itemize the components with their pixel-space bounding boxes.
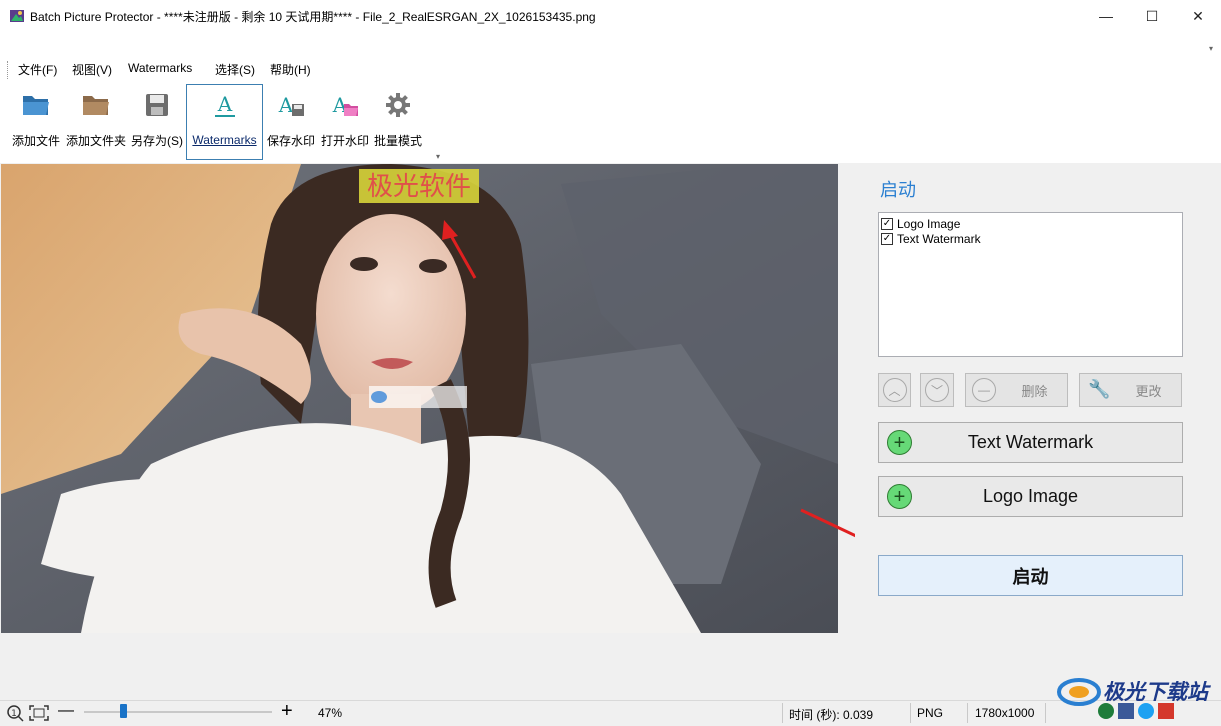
chevron-up-icon: ︿ bbox=[882, 378, 907, 402]
add-folder-button[interactable]: 添加文件夹 bbox=[64, 84, 128, 160]
layer-item-logo-image[interactable]: ✓ Logo Image bbox=[881, 216, 960, 231]
save-watermark-icon: A bbox=[276, 90, 306, 120]
watermark-layer-list[interactable]: ✓ Logo Image ✓ Text Watermark bbox=[878, 212, 1183, 357]
layer-label-logo-image: Logo Image bbox=[897, 216, 961, 231]
wrench-icon: 🔧 bbox=[1088, 379, 1111, 399]
toolbar-chevron-icon[interactable]: ▾ bbox=[436, 152, 440, 161]
image-format: PNG bbox=[917, 706, 944, 720]
add-folder-label: 添加文件夹 bbox=[65, 134, 126, 148]
layer-label-text-watermark: Text Watermark bbox=[897, 231, 981, 246]
plus-icon: + bbox=[887, 430, 912, 455]
menu-grip bbox=[7, 61, 9, 79]
move-up-button[interactable]: ︿ bbox=[878, 373, 911, 407]
svg-text:A: A bbox=[278, 93, 294, 117]
window-title: Batch Picture Protector - ****未注册版 - 剩余 … bbox=[30, 10, 596, 24]
app-icon bbox=[10, 10, 24, 22]
text-watermark: 极光软件 bbox=[367, 172, 471, 202]
menu-help[interactable]: 帮助(H) bbox=[270, 61, 311, 78]
start-button[interactable]: 启动 bbox=[878, 555, 1183, 596]
add-text-watermark-button[interactable]: + Text Watermark bbox=[878, 422, 1183, 463]
delete-button[interactable]: — 删除 bbox=[965, 373, 1068, 407]
menu-select[interactable]: 选择(S) bbox=[215, 61, 255, 78]
batch-mode-label: 批量模式 bbox=[373, 134, 422, 148]
menu-file[interactable]: 文件(F) bbox=[18, 61, 57, 78]
menu-view[interactable]: 视图(V) bbox=[72, 61, 112, 78]
watermarks-button[interactable]: A Watermarks bbox=[186, 84, 263, 160]
status-bar bbox=[0, 700, 1221, 726]
edit-button[interactable]: 🔧 更改 bbox=[1079, 373, 1182, 407]
save-watermark-button[interactable]: A 保存水印 bbox=[264, 84, 318, 160]
zoom-out-icon[interactable]: — bbox=[58, 702, 74, 720]
save-icon bbox=[144, 90, 170, 120]
start-label: 启动 bbox=[1012, 566, 1049, 587]
add-file-label: 添加文件 bbox=[11, 134, 60, 148]
zoom-slider-thumb[interactable] bbox=[120, 704, 127, 718]
chevron-down-icon: ﹀ bbox=[925, 378, 949, 402]
panel-title: 启动 bbox=[880, 180, 916, 200]
image-dimensions: 1780x1000 bbox=[975, 706, 1035, 720]
plus-icon: + bbox=[887, 484, 912, 509]
open-watermark-label: 打开水印 bbox=[320, 134, 369, 148]
zoom-in-icon[interactable]: + bbox=[281, 700, 293, 723]
add-logo-image-button[interactable]: + Logo Image bbox=[878, 476, 1183, 517]
open-watermark-button[interactable]: A 打开水印 bbox=[319, 84, 371, 160]
save-as-button[interactable]: 另存为(S) bbox=[129, 84, 185, 160]
text-watermark-icon: A bbox=[212, 91, 238, 121]
folder-open-icon bbox=[21, 90, 51, 120]
layer-item-text-watermark[interactable]: ✓ Text Watermark bbox=[881, 231, 981, 246]
maximize-button[interactable]: ☐ bbox=[1129, 0, 1175, 32]
batch-mode-button[interactable]: 批量模式 bbox=[372, 84, 424, 160]
brand-logo-icon bbox=[1057, 678, 1101, 706]
zoom-level: 47% bbox=[318, 706, 343, 720]
zoom-slider-track[interactable] bbox=[84, 711, 272, 713]
ribbon-chevron-icon[interactable]: ▾ bbox=[1209, 44, 1213, 53]
close-button[interactable]: ✕ bbox=[1175, 0, 1221, 32]
save-as-label: 另存为(S) bbox=[131, 134, 183, 148]
minus-icon: — bbox=[972, 378, 996, 402]
svg-text:A: A bbox=[216, 93, 232, 116]
processing-time: 时间 (秒): 0.039 bbox=[789, 708, 874, 722]
open-watermark-icon: A bbox=[330, 90, 360, 120]
title-bar: Batch Picture Protector - ****未注册版 - 剩余 … bbox=[0, 0, 1221, 32]
checkbox-text-watermark[interactable]: ✓ bbox=[881, 232, 893, 245]
logo-watermark-icon bbox=[371, 391, 387, 403]
menu-watermarks[interactable]: Watermarks bbox=[128, 61, 192, 75]
brand-text: 极光下载站 bbox=[1103, 681, 1208, 704]
brand-logo: 极光下载站 bbox=[1055, 670, 1220, 710]
minimize-button[interactable]: — bbox=[1083, 0, 1129, 32]
gear-icon bbox=[385, 90, 411, 120]
add-text-watermark-label: Text Watermark bbox=[967, 432, 1094, 452]
checkbox-logo-image[interactable]: ✓ bbox=[881, 217, 893, 230]
move-down-button[interactable]: ﹀ bbox=[920, 373, 954, 407]
watermarks-label: Watermarks bbox=[192, 133, 257, 147]
fit-window-icon[interactable] bbox=[28, 704, 50, 722]
add-logo-image-label: Logo Image bbox=[982, 486, 1079, 506]
folder-icon bbox=[81, 90, 111, 120]
save-watermark-label: 保存水印 bbox=[266, 134, 315, 148]
svg-text:1: 1 bbox=[11, 709, 17, 719]
preview-image[interactable]: 极光软件 bbox=[1, 164, 838, 633]
delete-label: 删除 bbox=[1021, 383, 1048, 399]
edit-label: 更改 bbox=[1135, 383, 1162, 399]
add-file-button[interactable]: 添加文件 bbox=[9, 84, 63, 160]
zoom-fit-icon[interactable]: 1 bbox=[6, 704, 24, 722]
